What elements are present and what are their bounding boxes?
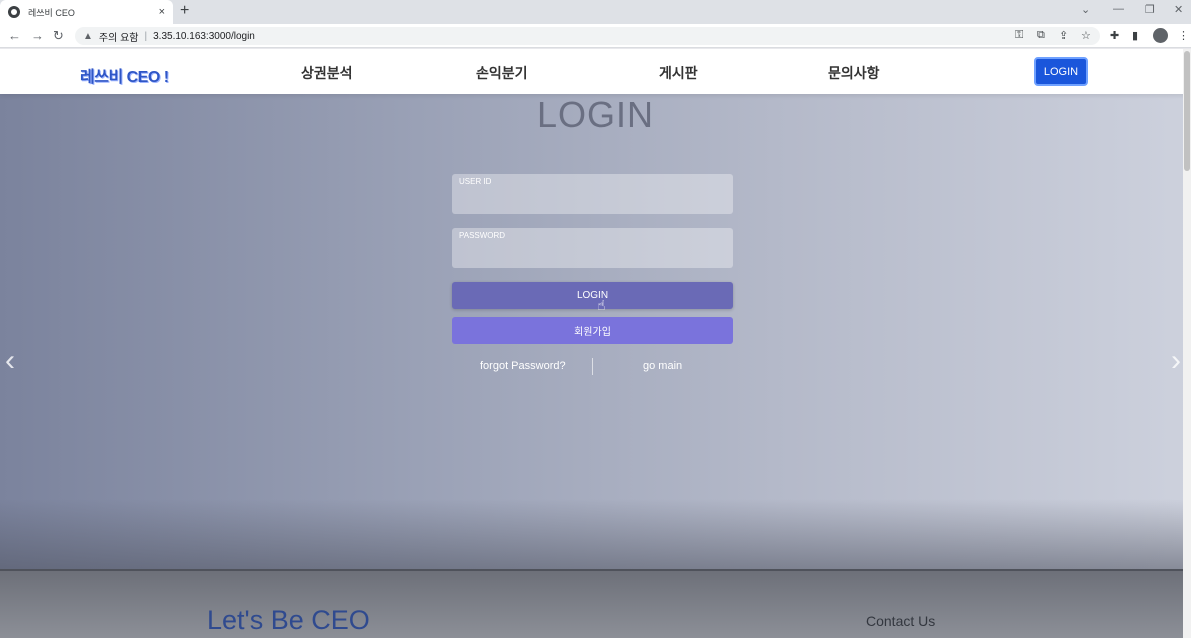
nav-item-inquiry[interactable]: 문의사항 xyxy=(828,63,880,83)
nav-item-board[interactable]: 게시판 xyxy=(659,63,698,83)
warning-icon: ▲ xyxy=(83,30,93,42)
star-icon[interactable]: ☆ xyxy=(1081,29,1091,42)
footer-contact-heading: Contact Us xyxy=(866,613,936,629)
carousel-prev-icon[interactable]: ‹ xyxy=(5,344,15,378)
link-divider xyxy=(592,358,593,375)
signup-button[interactable]: 회원가입 xyxy=(452,317,733,344)
url-text: 3.35.10.163:3000/login xyxy=(153,30,255,42)
password-label: PASSWORD xyxy=(459,231,506,240)
window-close-icon[interactable]: ✕ xyxy=(1174,3,1183,16)
login-hero: LOGIN USER ID PASSWORD LOGIN ☝ 회원가입 forg… xyxy=(0,94,1191,569)
translate-icon[interactable]: ⧉ xyxy=(1037,29,1045,42)
share-icon[interactable]: ⇪ xyxy=(1059,29,1068,42)
globe-icon xyxy=(8,6,20,18)
tab-title: 레쓰비 CEO xyxy=(28,7,75,18)
url-separator: | xyxy=(144,30,148,42)
reload-icon[interactable]: ↻ xyxy=(53,28,64,44)
password-field[interactable]: PASSWORD xyxy=(452,228,733,268)
tab-search-icon[interactable]: ⌄ xyxy=(1081,3,1090,16)
carousel-next-icon[interactable]: › xyxy=(1171,344,1181,378)
site-header: 레쓰비 CEO ! 상권분석 손익분기 게시판 문의사항 LOGIN xyxy=(0,49,1191,94)
menu-icon[interactable]: ⋮ xyxy=(1178,29,1189,42)
tab-close-icon[interactable]: × xyxy=(159,6,165,18)
restore-icon[interactable]: ❐ xyxy=(1145,3,1155,16)
site-footer: Let's Be CEO Contact Us xyxy=(0,569,1191,638)
footer-title: Let's Be CEO xyxy=(207,605,370,635)
nav-item-breakeven[interactable]: 손익분기 xyxy=(476,63,528,83)
forgot-password-link[interactable]: forgot Password? xyxy=(480,360,566,372)
key-icon[interactable]: ⚿ xyxy=(1015,29,1023,42)
extensions-icon[interactable]: ✚ xyxy=(1110,29,1119,42)
site-logo[interactable]: 레쓰비 CEO ! xyxy=(80,63,169,87)
side-panel-icon[interactable]: ▮ xyxy=(1132,29,1138,42)
browser-tab-bar: 레쓰비 CEO × + ⌄ — ❐ ✕ xyxy=(0,0,1191,24)
page-scrollbar[interactable] xyxy=(1183,49,1191,638)
header-login-button[interactable]: LOGIN xyxy=(1034,57,1088,86)
pointer-cursor-icon: ☝ xyxy=(597,297,606,313)
security-warning: 주의 요함 xyxy=(98,32,139,44)
login-submit-button[interactable]: LOGIN xyxy=(452,282,733,309)
scrollbar-thumb[interactable] xyxy=(1184,51,1190,171)
profile-avatar[interactable] xyxy=(1153,28,1168,43)
password-input[interactable] xyxy=(452,242,733,266)
back-icon[interactable]: ← xyxy=(8,28,21,43)
nav-item-commercial-analysis[interactable]: 상권분석 xyxy=(301,63,353,83)
browser-address-bar: ← → ↻ ▲ 주의 요함 | 3.35.10.163:3000/login ⚿… xyxy=(0,24,1191,48)
user-id-field[interactable]: USER ID xyxy=(452,174,733,214)
page-title: LOGIN xyxy=(536,94,655,135)
go-main-link[interactable]: go main xyxy=(643,360,682,372)
browser-tab[interactable]: 레쓰비 CEO × xyxy=(0,0,173,24)
user-id-input[interactable] xyxy=(452,188,733,212)
login-links: forgot Password? go main xyxy=(452,358,733,376)
user-id-label: USER ID xyxy=(459,177,492,186)
url-bar[interactable]: ▲ 주의 요함 | 3.35.10.163:3000/login xyxy=(75,27,1100,45)
minimize-icon[interactable]: — xyxy=(1113,3,1124,15)
new-tab-icon[interactable]: + xyxy=(180,2,189,20)
forward-icon[interactable]: → xyxy=(31,28,44,43)
